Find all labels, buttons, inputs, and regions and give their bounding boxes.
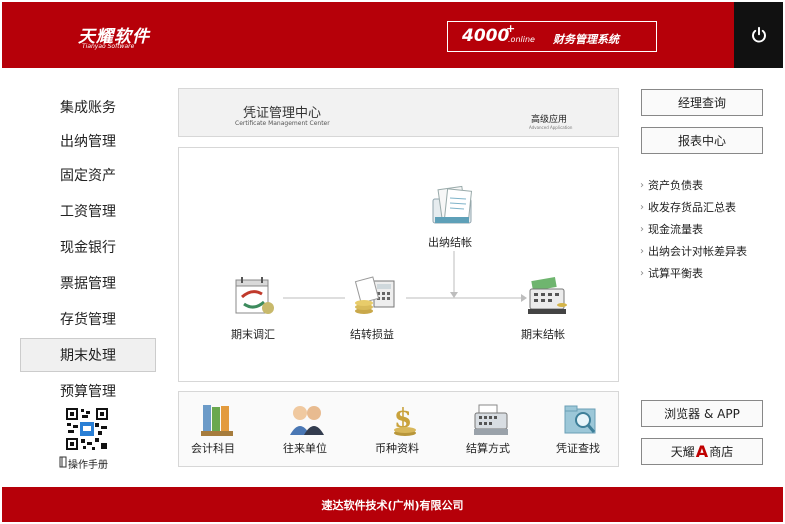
report-link-inventory-summary[interactable]: › 收发存货品汇总表: [640, 199, 736, 215]
flow-connectors: [283, 251, 527, 302]
power-icon: [751, 26, 766, 43]
store-suffix: 商店: [709, 445, 734, 459]
chevron-right-icon: ›: [640, 201, 644, 213]
qr-code-icon[interactable]: [65, 407, 109, 451]
transfer-pl-label[interactable]: 结转损益: [350, 326, 394, 342]
dollar-coins-icon[interactable]: $: [387, 403, 421, 437]
store-button[interactable]: 天耀 A 商店: [641, 438, 763, 465]
report-link-trial-balance[interactable]: › 试算平衡表: [640, 265, 703, 281]
report-link-cash-flow[interactable]: › 现金流量表: [640, 221, 703, 237]
system-title: 财务管理系统: [553, 33, 619, 46]
folder-search-icon[interactable]: [563, 403, 599, 437]
report-center-button[interactable]: 报表中心: [641, 127, 763, 154]
sidebar-item-payroll[interactable]: 工资管理: [20, 194, 156, 228]
report-link-label: 试算平衡表: [648, 267, 703, 280]
report-link-label: 出纳会计对帐差异表: [648, 245, 747, 258]
sidebar-item-label: 存货管理: [60, 312, 116, 328]
certificate-center-subtitle: Certificate Management Center: [235, 120, 330, 127]
sidebar-item-fixed-assets[interactable]: 固定资产: [20, 158, 156, 192]
sidebar-item-label: 预算管理: [60, 384, 116, 400]
toolbar-item-settlement[interactable]: 结算方式: [466, 440, 510, 456]
store-prefix: 天耀: [670, 445, 695, 459]
sidebar-item-integrated-accounting[interactable]: 集成账务: [20, 90, 156, 124]
chevron-right-icon: ›: [640, 179, 644, 191]
cash-register-icon[interactable]: [473, 403, 509, 437]
advanced-apps-subtitle: Advanced Application: [529, 125, 573, 130]
system-online: .online: [508, 35, 535, 44]
period-adjust-icon[interactable]: [233, 275, 277, 317]
power-button[interactable]: [734, 2, 783, 68]
people-icon[interactable]: [288, 403, 326, 437]
manual-link[interactable]: 操作手册: [68, 456, 108, 471]
system-plus: +: [506, 22, 516, 35]
app-footer: 速达软件技术(广州)有限公司: [2, 487, 783, 522]
toolbar-item-voucher-search[interactable]: 凭证查找: [556, 440, 600, 456]
certificate-center-title: 凭证管理中心: [243, 106, 322, 121]
sidebar-item-inventory[interactable]: 存货管理: [20, 302, 156, 336]
report-link-balance-sheet[interactable]: › 资产负债表: [640, 177, 703, 193]
sidebar-item-label: 现金银行: [60, 240, 116, 256]
company-name: 速达软件技术(广州)有限公司: [321, 498, 464, 512]
store-a-logo: A: [695, 442, 709, 461]
sidebar-item-label: 固定资产: [60, 168, 116, 184]
toolbar-item-partners[interactable]: 往来单位: [283, 440, 327, 456]
sidebar-item-label: 出纳管理: [60, 134, 116, 150]
sidebar-item-period-end[interactable]: 期末处理: [20, 338, 156, 372]
brand-logo-subtitle: Tianyao Software: [82, 43, 135, 50]
sidebar-item-label: 期末处理: [60, 348, 116, 364]
report-link-label: 收发存货品汇总表: [648, 201, 736, 214]
cashier-close-label[interactable]: 出纳结帐: [428, 234, 472, 250]
sidebar-item-cash-bank[interactable]: 现金银行: [20, 230, 156, 264]
transfer-pl-icon[interactable]: [352, 275, 398, 317]
chevron-right-icon: ›: [640, 267, 644, 279]
system-number: 4000: [462, 26, 510, 46]
advanced-apps-link[interactable]: 高级应用: [531, 112, 567, 125]
sidebar-item-bills[interactable]: 票据管理: [20, 266, 156, 300]
sidebar-item-label: 工资管理: [60, 204, 116, 220]
toolbar-item-accounts[interactable]: 会计科目: [191, 440, 235, 456]
toolbar-item-currency[interactable]: 币种资料: [375, 440, 419, 456]
chevron-right-icon: ›: [640, 245, 644, 257]
binders-icon[interactable]: [199, 403, 235, 437]
sidebar-item-label: 集成账务: [60, 100, 116, 116]
period-adjust-label[interactable]: 期末调汇: [231, 326, 275, 342]
chevron-right-icon: ›: [640, 223, 644, 235]
period-close-label[interactable]: 期末结帐: [521, 326, 565, 342]
sidebar-item-budget[interactable]: 预算管理: [20, 374, 156, 408]
cashier-close-icon[interactable]: [431, 185, 477, 227]
browser-app-button[interactable]: 浏览器 & APP: [641, 400, 763, 427]
report-link-reconciliation[interactable]: › 出纳会计对帐差异表: [640, 243, 747, 259]
report-link-label: 现金流量表: [648, 223, 703, 236]
period-close-icon[interactable]: [524, 275, 570, 317]
sidebar-item-cashier[interactable]: 出纳管理: [20, 124, 156, 158]
manager-query-button[interactable]: 经理查询: [641, 89, 763, 116]
sidebar-item-label: 票据管理: [60, 276, 116, 292]
manual-icon: [59, 456, 67, 468]
report-link-label: 资产负债表: [648, 179, 703, 192]
